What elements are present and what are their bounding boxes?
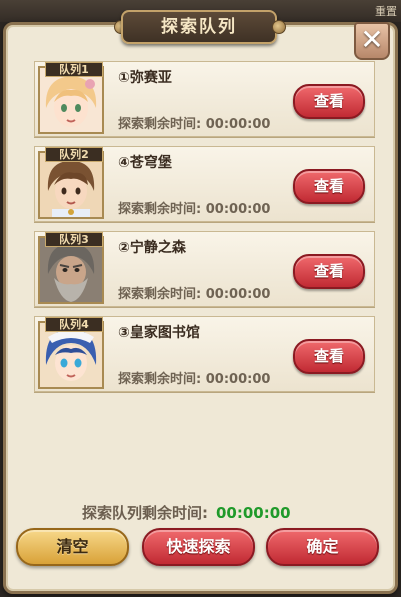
background-label: 重置	[375, 5, 397, 18]
queue-tag: 队列2	[45, 147, 103, 162]
queue-location: ④苍穹堡	[118, 155, 172, 171]
remaining-time: 00:00:00	[205, 287, 271, 302]
total-remaining: 探索队列剩余时间: 00:00:00	[82, 502, 291, 523]
queue-location: ②宁静之森	[118, 240, 186, 256]
queue-tag: 队列3	[45, 232, 103, 247]
queue-location: ③皇家图书馆	[118, 325, 200, 341]
clear-button[interactable]: 清空	[16, 528, 129, 566]
queue-remaining: 探索剩余时间: 00:00:00	[118, 113, 270, 132]
queue-row-3: 队列3 ②宁静之森 探索剩余时间: 00:00:00 查看	[34, 231, 375, 307]
confirm-button[interactable]: 确定	[266, 528, 379, 566]
queue-remaining: 探索剩余时间: 00:00:00	[118, 368, 270, 387]
view-button[interactable]: 查看	[293, 254, 365, 289]
dialog-title: 探索队列	[121, 10, 277, 44]
queue-location: ①弥赛亚	[118, 70, 172, 86]
queue-row-2: 队列2 ④苍穹堡 探索剩余时间: 00:00:00 查看	[34, 146, 375, 222]
remaining-time: 00:00:00	[205, 117, 271, 132]
queue-row-1: 队列1 ①弥赛亚 探索剩余时间: 00:00:00 查看	[34, 61, 375, 137]
remaining-label: 探索剩余时间:	[118, 372, 202, 387]
queue-tag: 队列4	[45, 317, 103, 332]
total-remaining-time: 00:00:00	[216, 504, 291, 522]
queue-remaining: 探索剩余时间: 00:00:00	[118, 283, 270, 302]
view-button[interactable]: 查看	[293, 169, 365, 204]
queue-row-4: 队列4 ③皇家图书馆 探索剩余时间: 00:00:00 查看	[34, 316, 375, 392]
quick-explore-button[interactable]: 快速探索	[142, 528, 255, 566]
close-button[interactable]: ✕	[354, 22, 390, 60]
remaining-label: 探索剩余时间:	[118, 117, 202, 132]
view-button[interactable]: 查看	[293, 84, 365, 119]
total-remaining-label: 探索队列剩余时间:	[82, 504, 208, 522]
remaining-label: 探索剩余时间:	[118, 202, 202, 217]
remaining-time: 00:00:00	[205, 202, 271, 217]
title-stud-right-icon	[272, 20, 286, 34]
remaining-label: 探索剩余时间:	[118, 287, 202, 302]
view-button[interactable]: 查看	[293, 339, 365, 374]
close-icon: ✕	[360, 23, 384, 56]
queue-tag: 队列1	[45, 62, 103, 77]
queue-remaining: 探索剩余时间: 00:00:00	[118, 198, 270, 217]
remaining-time: 00:00:00	[205, 372, 271, 387]
